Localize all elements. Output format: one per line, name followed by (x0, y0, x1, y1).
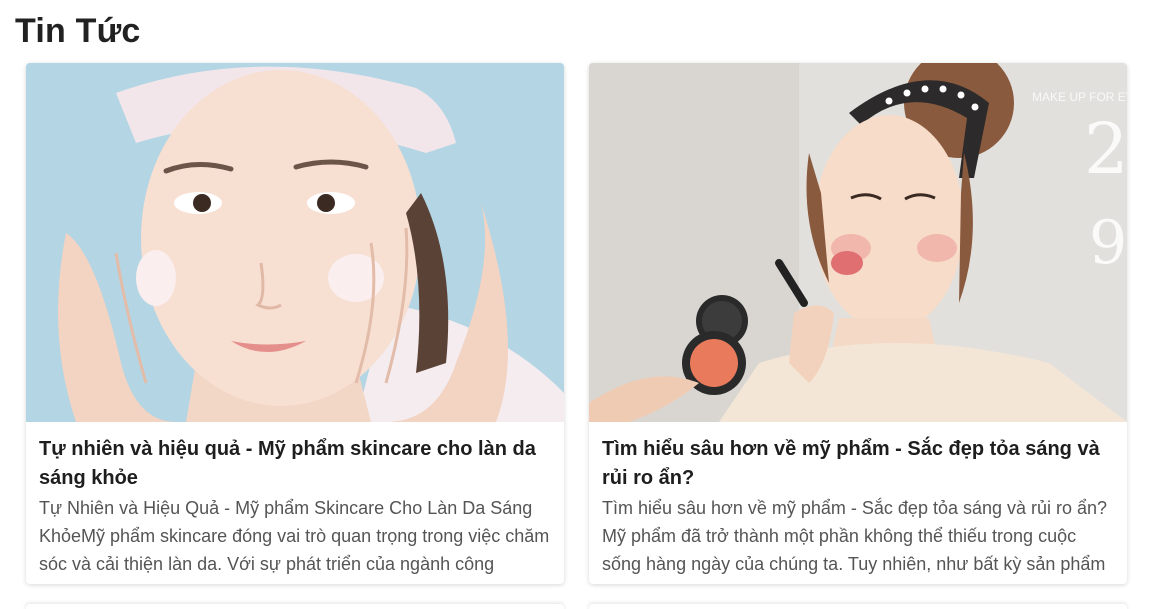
news-thumbnail-skincare[interactable] (26, 63, 564, 422)
news-card-body: Tìm hiểu sâu hơn về mỹ phẩm - Sắc đẹp tỏ… (589, 422, 1127, 578)
news-card[interactable]: Tự nhiên và hiệu quả - Mỹ phẩm skincare … (26, 63, 564, 584)
news-page: Tin Tức Tự nhiên và hiệu quả - Mỹ phẩm s… (0, 0, 1161, 609)
section-title: Tin Tức (15, 12, 141, 50)
svg-text:9: 9 (1089, 208, 1127, 278)
news-card-partial[interactable] (589, 604, 1127, 609)
news-title[interactable]: Tự nhiên và hiệu quả - Mỹ phẩm skincare … (39, 435, 550, 493)
news-card-body: Tự nhiên và hiệu quả - Mỹ phẩm skincare … (26, 422, 564, 578)
news-thumbnail-makeup[interactable]: 20 9 MAKE UP FOR EV (589, 63, 1127, 422)
news-excerpt: Tìm hiểu sâu hơn về mỹ phẩm - Sắc đẹp tỏ… (602, 498, 1108, 574)
svg-text:20: 20 (1084, 108, 1127, 190)
news-title[interactable]: Tìm hiểu sâu hơn về mỹ phẩm - Sắc đẹp tỏ… (602, 435, 1113, 493)
news-card[interactable]: 20 9 MAKE UP FOR EV (589, 63, 1127, 584)
news-excerpt: Tự Nhiên và Hiệu Quả - Mỹ phẩm Skincare … (39, 498, 550, 574)
news-card-partial[interactable] (26, 604, 564, 609)
watermark-text: MAKE UP FOR EV (1032, 90, 1127, 104)
